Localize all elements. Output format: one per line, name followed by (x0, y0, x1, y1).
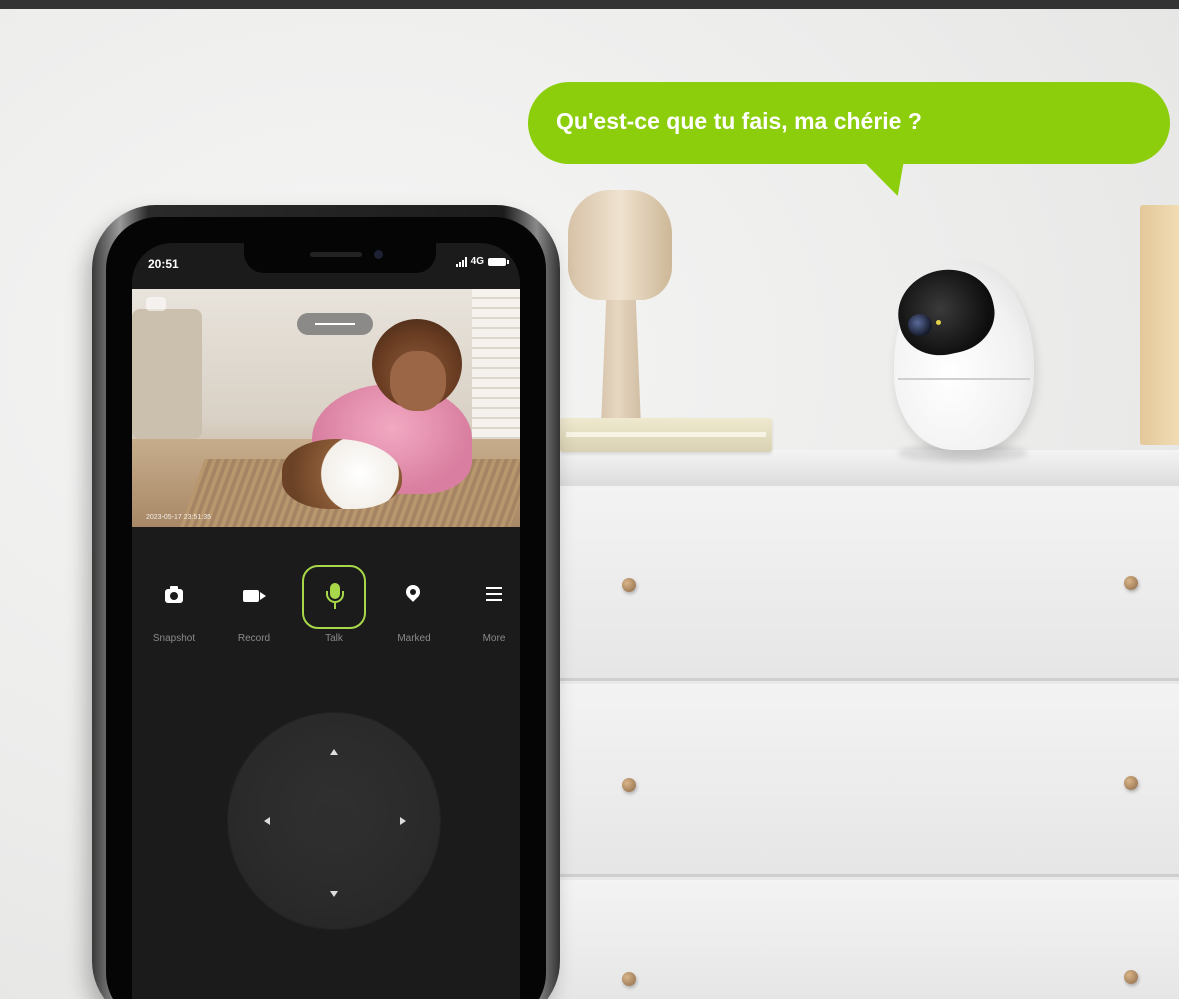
camera-icon (165, 586, 183, 603)
feed-timestamp: 2023-05-17 23:51:35 (146, 514, 211, 521)
drawer-knob (1124, 576, 1138, 590)
arrow-left-icon[interactable] (264, 817, 270, 825)
feed-chair (132, 309, 202, 439)
video-icon (243, 590, 266, 602)
snapshot-button[interactable]: Snapshot (134, 565, 214, 644)
more-label: More (482, 633, 506, 644)
dresser-top (540, 450, 1179, 488)
snapshot-label: Snapshot (152, 633, 196, 644)
drawer-knob (1124, 970, 1138, 984)
book (560, 418, 772, 452)
marked-label: Marked (397, 633, 431, 644)
signal-icon (455, 256, 467, 267)
smartphone: 20:51 4G 2023-05-17 23:51:35 Snapshot Re… (92, 205, 560, 999)
arrow-up-icon[interactable] (330, 749, 338, 755)
wooden-shelf (1140, 205, 1179, 445)
drawer-knob (622, 778, 636, 792)
pin-icon (403, 582, 423, 602)
camera-app-screen: 20:51 4G 2023-05-17 23:51:35 Snapshot Re… (132, 243, 520, 999)
feed-handle[interactable] (297, 313, 373, 335)
feed-child-face (390, 351, 446, 411)
arrow-right-icon[interactable] (400, 817, 406, 825)
wooden-hand-palm (568, 190, 672, 300)
talk-label: Talk (325, 633, 343, 644)
camera-status-light (936, 320, 941, 325)
network-label: 4G (470, 256, 484, 267)
phone-notch (244, 243, 436, 273)
record-button[interactable]: Record (214, 565, 294, 644)
speech-bubble-text: Qu'est-ce que tu fais, ma chérie ? (556, 108, 922, 134)
battery-icon (488, 257, 509, 266)
drawer (548, 486, 1179, 681)
top-bar (0, 0, 1179, 9)
feed-logo-icon (146, 297, 166, 311)
camera-lens (908, 314, 932, 336)
more-button[interactable]: More (454, 565, 520, 644)
control-bar: Snapshot Record Talk Marked More (132, 565, 520, 655)
drawer (548, 684, 1179, 877)
camera-seam (898, 378, 1030, 380)
marked-button[interactable]: Marked (374, 565, 454, 644)
mic-icon (326, 583, 344, 603)
status-indicators: 4G (455, 256, 509, 267)
live-camera-feed[interactable]: 2023-05-17 23:51:35 (132, 289, 520, 527)
product-scene: Qu'est-ce que tu fais, ma chérie ? 20:51… (0, 0, 1179, 999)
joystick-center[interactable] (314, 801, 354, 841)
menu-icon (486, 587, 502, 601)
drawer-knob (622, 972, 636, 986)
earpiece-speaker (310, 252, 362, 257)
arrow-down-icon[interactable] (330, 891, 338, 897)
security-camera (888, 260, 1040, 458)
front-camera (374, 250, 383, 259)
status-time: 20:51 (148, 257, 179, 271)
record-label: Record (237, 633, 271, 644)
talk-button[interactable]: Talk (294, 565, 374, 644)
drawer (548, 880, 1179, 999)
dresser (548, 486, 1179, 999)
drawer-knob (622, 578, 636, 592)
pan-tilt-joystick[interactable] (228, 713, 440, 929)
phone-bezel: 20:51 4G 2023-05-17 23:51:35 Snapshot Re… (106, 217, 546, 999)
drawer-knob (1124, 776, 1138, 790)
